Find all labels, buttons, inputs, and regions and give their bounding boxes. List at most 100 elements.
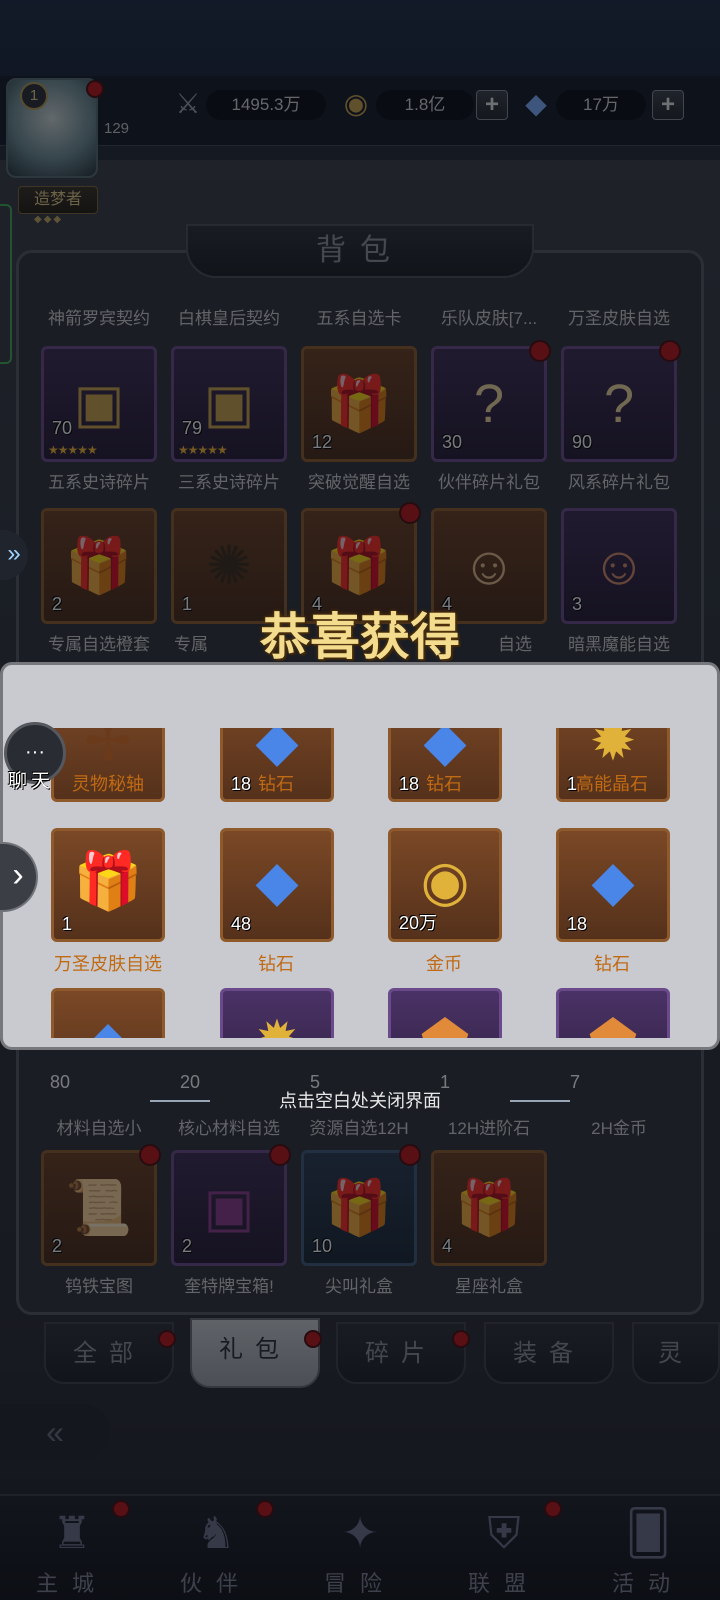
reward-label: 金币 <box>426 954 462 974</box>
reward-item-halloween-skin[interactable]: 🎁 1 <box>51 828 165 942</box>
gift-box-icon: 🎁 <box>455 1178 523 1238</box>
item-count: 12 <box>312 432 333 452</box>
bag-item-epic-shard-chest[interactable]: ▣ 70 ★★★★★ <box>41 346 157 462</box>
reward-label: 钻石 <box>426 774 462 794</box>
notification-dot <box>139 1144 161 1166</box>
tab-fragments[interactable]: 碎片 <box>336 1322 466 1384</box>
bag-item-partner-shard-pack[interactable]: ? 30 <box>431 346 547 462</box>
bag-item-label: 材料自选小 <box>56 1119 142 1138</box>
item-count: 80 <box>50 1072 71 1092</box>
ore-icon: ⬟ <box>399 995 491 1038</box>
reward-item-ore[interactable]: ⬟ <box>556 988 670 1038</box>
cards-icon: 🂠 <box>625 1509 671 1558</box>
gold-value: 1.8亿 <box>376 90 474 120</box>
power-sword-icon: ⚔ <box>175 88 201 119</box>
bag-item-treasure-chest[interactable]: ▣ 2 <box>171 1150 287 1266</box>
reward-item-orb[interactable]: ✹ <box>220 988 334 1038</box>
item-count: 1 <box>62 914 73 934</box>
ore-icon: ⬟ <box>567 995 659 1038</box>
notification-dot <box>659 340 681 362</box>
avatar-notification-dot <box>86 80 104 98</box>
item-count: 2 <box>182 1236 193 1256</box>
reward-item-diamond[interactable]: ◆ <box>51 988 165 1038</box>
bag-item-epic-shard-chest[interactable]: ▣ 79 ★★★★★ <box>171 346 287 462</box>
bag-item-wind-shard-pack[interactable]: ? 90 <box>561 346 677 462</box>
reward-item-diamond[interactable]: ◆ 18 <box>556 828 670 942</box>
power-value: 1495.3万 <box>206 90 326 120</box>
nav-label: 主城 <box>35 1572 108 1597</box>
bag-item-label: 万圣皮肤自选 <box>568 309 670 328</box>
tab-gift-packs[interactable]: 礼包 <box>190 1318 320 1388</box>
tab-notification-dot <box>452 1330 470 1348</box>
nav-label: 伙伴 <box>179 1572 252 1597</box>
item-count: 70 <box>52 418 73 438</box>
castle-icon: ♜ <box>52 1509 92 1558</box>
item-count: 10 <box>312 1236 333 1256</box>
title-stars-icon: ◆◆◆ <box>34 214 64 225</box>
nav-label: 活动 <box>611 1572 684 1597</box>
add-diamond-button[interactable]: + <box>652 90 684 120</box>
diamond-value: 17万 <box>556 90 646 120</box>
item-count: 20 <box>180 1072 201 1092</box>
diamond-icon: ◆ <box>525 88 547 119</box>
nav-notification-dot <box>112 1500 130 1518</box>
bag-item-scream-box[interactable]: 🎁 10 <box>301 1150 417 1266</box>
notification-dot <box>529 340 551 362</box>
bag-item-label: 星座礼盒 <box>455 1277 523 1296</box>
exp-value: 129 <box>104 120 130 137</box>
bag-item-label: 钨铁宝图 <box>65 1277 133 1296</box>
item-count: 79 <box>182 418 203 438</box>
tab-all[interactable]: 全部 <box>44 1322 174 1384</box>
bag-item-label: 三系史诗碎片 <box>178 473 280 492</box>
nav-adventure[interactable]: ✦ 冒险 <box>288 1494 432 1600</box>
notification-dot <box>399 1144 421 1166</box>
chest-icon: ▣ <box>203 1178 255 1238</box>
rarity-stars-icon: ★★★★★ <box>178 443 228 457</box>
bag-item-label: 核心材料自选 <box>178 1119 280 1138</box>
shield-icon: ⛨ <box>487 1509 521 1558</box>
nav-label: 冒险 <box>323 1572 396 1597</box>
item-count: 4 <box>442 1236 453 1256</box>
chat-label[interactable]: 聊天 <box>8 766 54 793</box>
reward-label: 万圣皮肤自选 <box>54 954 162 974</box>
bag-item-label: 资源自选12H <box>309 1119 409 1138</box>
bag-item-label: 风系碎片礼包 <box>568 473 670 492</box>
bag-item-label: 五系史诗碎片 <box>48 473 150 492</box>
reward-item-ore[interactable]: ⬟ <box>388 988 502 1038</box>
nav-notification-dot <box>544 1500 562 1518</box>
reward-label: 钻石 <box>594 954 630 974</box>
tab-spirit[interactable]: 灵 <box>632 1322 720 1384</box>
add-gold-button[interactable]: + <box>476 90 508 120</box>
bag-item-label: 乐队皮肤[7... <box>440 309 538 328</box>
close-hint: 点击空白处关闭界面 <box>150 1086 570 1116</box>
reward-label: 高能晶石 <box>576 774 648 794</box>
bag-item-label: 2H金币 <box>591 1119 647 1138</box>
bag-item-label: 神箭罗宾契约 <box>48 309 150 328</box>
reward-label: 钻石 <box>258 954 294 974</box>
item-count: 90 <box>572 432 593 452</box>
bag-item-treasure-map[interactable]: 📜 2 <box>41 1150 157 1266</box>
tab-notification-dot <box>158 1330 176 1348</box>
nav-events[interactable]: 🂠 活动 <box>576 1494 720 1600</box>
bag-item-breakthrough-box[interactable]: 🎁 12 <box>301 346 417 462</box>
notification-dot <box>399 502 421 524</box>
reward-title: 恭喜获得 <box>260 607 460 666</box>
bag-item-label: 奎特牌宝箱! <box>184 1277 274 1296</box>
diamond-icon: ◆ <box>62 995 154 1038</box>
golden-orb-icon: ✹ <box>231 995 323 1038</box>
tab-equipment[interactable]: 装备 <box>484 1322 614 1384</box>
bag-item-label: 白棋皇后契约 <box>178 309 280 328</box>
side-edge-tab[interactable] <box>0 204 12 364</box>
scroll-map-icon: 📜 <box>65 1178 133 1238</box>
bag-item-label: 五系自选卡 <box>316 309 402 328</box>
bag-item-label: 12H进阶石 <box>447 1119 531 1138</box>
reward-item-gold-coin[interactable]: ◉ 20万 <box>388 828 502 942</box>
reward-list[interactable]: ✢ 灵物秘轴 ◆ 18 钻石 ◆ 18 钻石 ✹ 1 高能晶石 🎁 1 万圣皮肤… <box>0 728 720 1038</box>
nav-notification-dot <box>256 1500 274 1518</box>
bag-title: 背包 <box>186 224 534 278</box>
item-count: 20万 <box>399 913 438 933</box>
compass-icon: ✦ <box>341 1509 379 1558</box>
bag-item-zodiac-box[interactable]: 🎁 4 <box>431 1150 547 1266</box>
reward-item-diamond[interactable]: ◆ 48 <box>220 828 334 942</box>
back-arrow-icon[interactable]: « <box>0 1404 110 1460</box>
